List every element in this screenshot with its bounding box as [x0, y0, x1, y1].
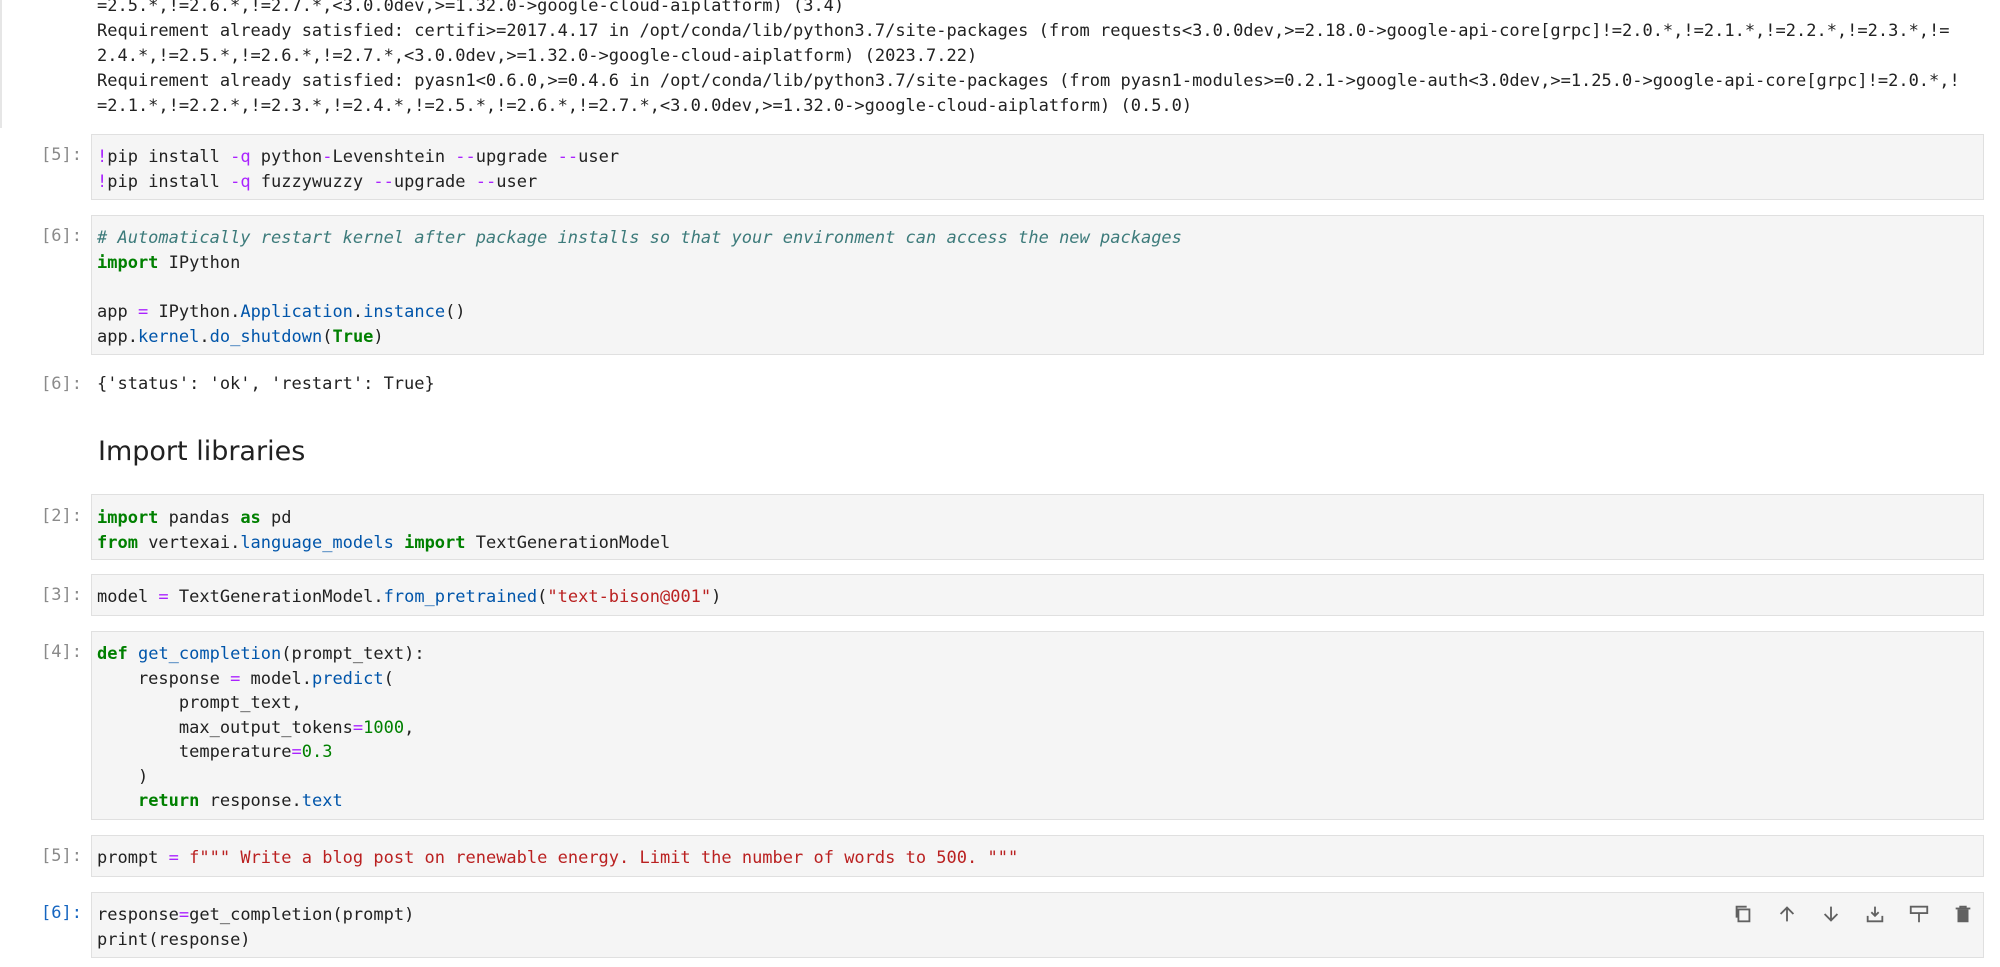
move-down-button[interactable] — [1816, 899, 1846, 929]
code-line: from vertexai.language_models import Tex… — [97, 533, 671, 553]
code-line: model = TextGenerationModel.from_pretrai… — [97, 587, 722, 607]
execution-count: [6]: — [41, 903, 82, 923]
code-line: return response.text — [137, 791, 343, 811]
insert-below-button[interactable] — [1860, 899, 1890, 929]
move-up-button[interactable] — [1772, 899, 1802, 929]
delete-cell-button[interactable] — [1948, 899, 1978, 929]
code-line: ) — [97, 767, 149, 787]
insert-above-button[interactable] — [1904, 899, 1934, 929]
output-line: Requirement already satisfied: pyasn1<0.… — [97, 71, 1960, 91]
scroll-edge — [0, 0, 2, 128]
duplicate-icon — [1735, 905, 1751, 923]
code-line: prompt_text, — [97, 693, 302, 713]
output-text: {'status': 'ok', 'restart': True} — [97, 374, 435, 394]
execution-count: [6]: — [41, 226, 82, 246]
output-line: 2.4.*,!=2.5.*,!=2.6.*,!=2.7.*,<3.0.0dev,… — [97, 46, 978, 66]
code-line: print(response) — [97, 930, 251, 950]
cell-toolbar — [1728, 899, 1978, 929]
code-line: temperature=0.3 — [97, 742, 333, 762]
code-line: response=get_completion(prompt) — [97, 905, 415, 925]
output-line: =2.5.*,!=2.6.*,!=2.7.*,<3.0.0dev,>=1.32.… — [97, 0, 845, 16]
execution-count: [3]: — [41, 585, 82, 605]
insert-above-icon — [1909, 905, 1929, 923]
code-line: def get_completion(prompt_text): — [97, 644, 425, 664]
code-line: response = model.predict( — [97, 669, 394, 689]
code-line: import IPython — [97, 253, 241, 273]
markdown-heading[interactable]: Import libraries — [98, 436, 305, 467]
move-up-icon — [1779, 906, 1795, 922]
code-line: !pip install -q fuzzywuzzy --upgrade --u… — [97, 172, 538, 192]
execution-count: [6]: — [41, 374, 82, 394]
code-comment: # Automatically restart kernel after pac… — [97, 228, 1182, 248]
move-down-icon — [1823, 906, 1839, 922]
execution-count: [2]: — [41, 506, 82, 526]
code-line: max_output_tokens=1000, — [97, 718, 415, 738]
insert-below-icon — [1866, 906, 1884, 923]
execution-count: [4]: — [41, 642, 82, 662]
output-line: =2.1.*,!=2.2.*,!=2.3.*,!=2.4.*,!=2.5.*,!… — [97, 96, 1193, 116]
code-line: app.kernel.do_shutdown(True) — [97, 327, 384, 347]
code-line: !pip install -q python-Levenshtein --upg… — [97, 147, 620, 167]
output-line: Requirement already satisfied: certifi>=… — [97, 21, 1950, 41]
duplicate-cell-button[interactable] — [1728, 899, 1758, 929]
code-line: import pandas as pd — [97, 508, 292, 528]
delete-icon — [1955, 905, 1971, 923]
execution-count: [5]: — [41, 846, 82, 866]
notebook: =2.5.*,!=2.6.*,!=2.7.*,<3.0.0dev,>=1.32.… — [0, 0, 2000, 967]
code-line: app = IPython.Application.instance() — [97, 302, 466, 322]
execution-count: [5]: — [41, 145, 82, 165]
code-line: prompt = f""" Write a blog post on renew… — [97, 848, 1019, 868]
